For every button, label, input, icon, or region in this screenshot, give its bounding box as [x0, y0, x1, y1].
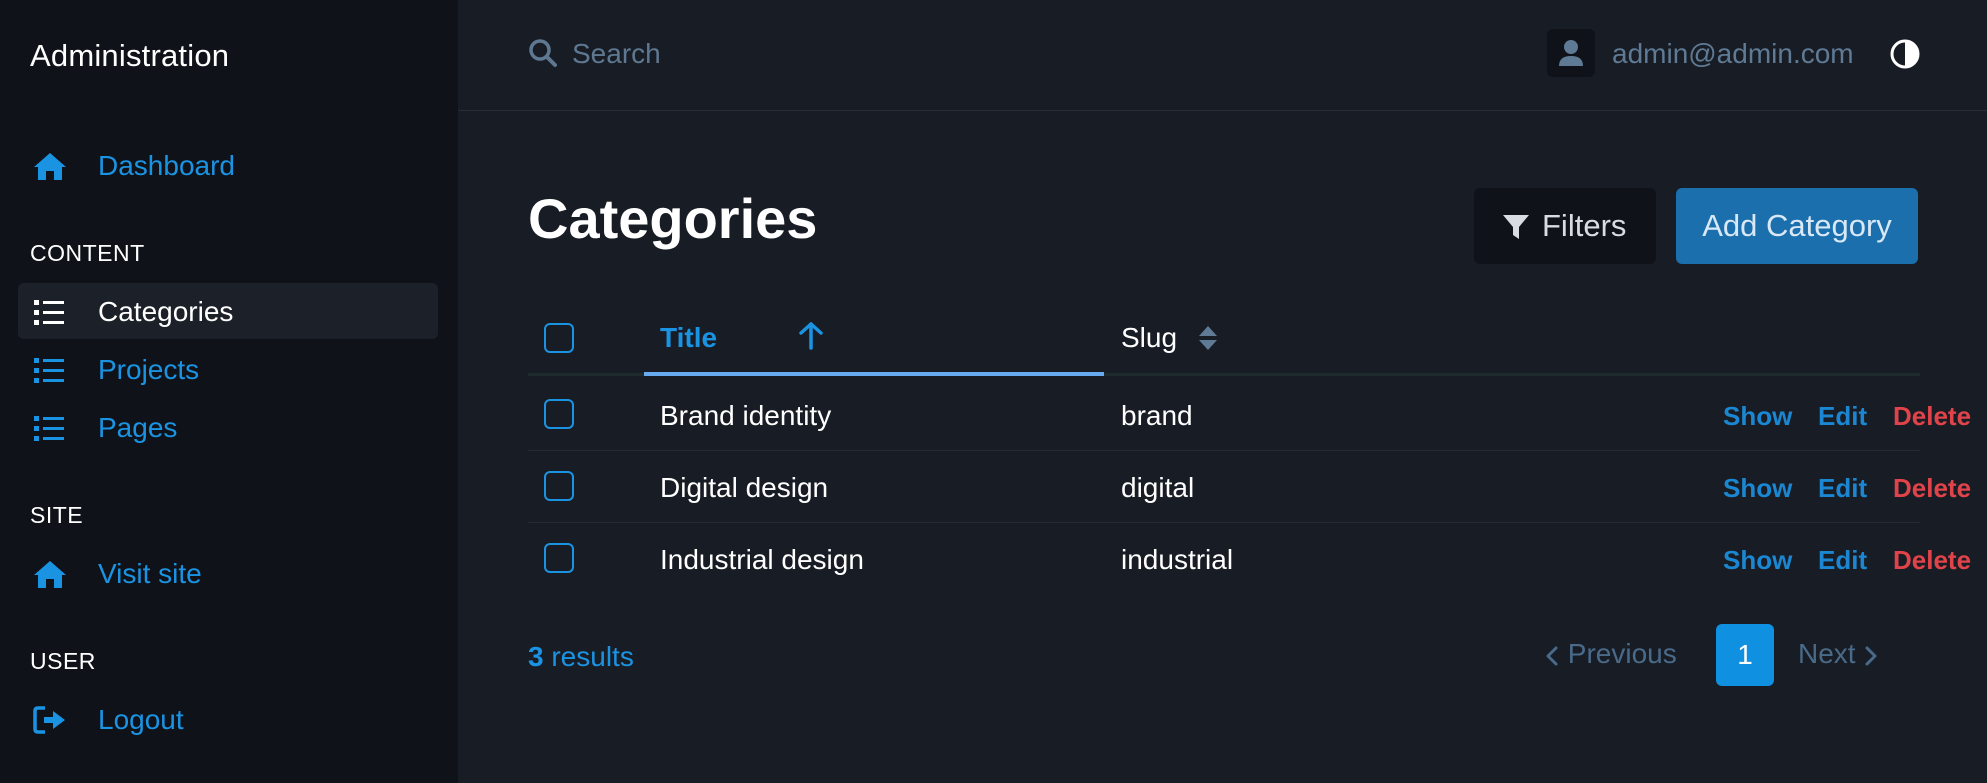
sidebar-item-logout[interactable]: Logout	[18, 691, 438, 747]
sort-ascending-icon[interactable]	[796, 320, 826, 352]
avatar[interactable]	[1547, 29, 1595, 77]
table-header: Title Slug	[528, 300, 1920, 376]
results-count: 3	[528, 641, 544, 672]
logout-icon	[33, 706, 65, 734]
show-link[interactable]: Show	[1723, 545, 1792, 576]
cell-slug: brand	[1121, 400, 1193, 431]
sidebar-item-visit-site[interactable]: Visit site	[18, 545, 438, 601]
edit-link[interactable]: Edit	[1818, 545, 1867, 576]
filters-button[interactable]: Filters	[1474, 188, 1656, 264]
cell-slug: digital	[1121, 472, 1195, 503]
user-email[interactable]: admin@admin.com	[1612, 38, 1854, 70]
user-icon	[1559, 40, 1583, 66]
select-all-checkbox[interactable]	[544, 323, 574, 353]
row-checkbox[interactable]	[544, 471, 574, 501]
column-header-slug[interactable]: Slug	[1121, 322, 1177, 354]
sidebar-item-label: Logout	[98, 704, 184, 735]
previous-label: Previous	[1567, 638, 1677, 669]
sort-icon[interactable]	[1195, 322, 1221, 354]
add-category-button[interactable]: Add Category	[1676, 188, 1918, 264]
row-checkbox[interactable]	[544, 399, 574, 429]
sidebar-item-projects[interactable]: Projects	[18, 341, 438, 397]
sidebar-item-label: Dashboard	[98, 150, 235, 181]
table-row: Brand identity brand Show Edit Delete	[528, 379, 1971, 451]
previous-page-button[interactable]: Previous	[1544, 638, 1677, 670]
sidebar: Administration Dashboard CONTENT Categor…	[0, 0, 458, 783]
page-number-current[interactable]: 1	[1716, 624, 1774, 686]
row-checkbox[interactable]	[544, 543, 574, 573]
chevron-left-icon	[1546, 646, 1558, 666]
list-icon	[34, 416, 64, 441]
list-icon	[34, 358, 64, 383]
sidebar-item-dashboard[interactable]: Dashboard	[18, 137, 438, 193]
results-label: results	[551, 641, 634, 672]
list-icon	[34, 300, 64, 325]
sidebar-item-label: Visit site	[98, 558, 202, 589]
sidebar-item-label: Pages	[98, 412, 178, 443]
show-link[interactable]: Show	[1723, 473, 1792, 504]
table-row: Digital design digital Show Edit Delete	[528, 451, 1971, 523]
next-page-button[interactable]: Next	[1798, 638, 1879, 670]
search-input[interactable]	[572, 34, 1072, 74]
cell-title: Digital design	[660, 472, 829, 503]
cell-slug: industrial	[1121, 544, 1234, 575]
filter-icon	[1503, 215, 1529, 239]
filters-button-label: Filters	[1542, 208, 1627, 243]
section-label-site: SITE	[30, 502, 84, 528]
next-label: Next	[1798, 638, 1856, 669]
page-title: Categories	[528, 187, 818, 250]
home-icon	[34, 561, 66, 588]
top-bar: admin@admin.com	[458, 0, 1987, 111]
sidebar-item-label: Categories	[98, 296, 234, 327]
search-icon	[529, 39, 557, 67]
cell-title: Industrial design	[660, 544, 864, 575]
delete-link[interactable]: Delete	[1893, 401, 1971, 432]
table-row: Industrial design industrial Show Edit D…	[528, 523, 1971, 595]
delete-link[interactable]: Delete	[1893, 473, 1971, 504]
results-summary: 3 results	[528, 641, 634, 673]
home-icon	[34, 153, 66, 180]
column-header-title[interactable]: Title	[660, 322, 717, 354]
contrast-icon[interactable]	[1889, 38, 1921, 70]
main-content: admin@admin.com Categories Filters Add C…	[458, 0, 1987, 783]
section-label-content: CONTENT	[30, 240, 145, 266]
delete-link[interactable]: Delete	[1893, 545, 1971, 576]
cell-title: Brand identity	[660, 400, 832, 431]
edit-link[interactable]: Edit	[1818, 401, 1867, 432]
chevron-right-icon	[1865, 646, 1877, 666]
sidebar-item-label: Projects	[98, 354, 200, 385]
edit-link[interactable]: Edit	[1818, 473, 1867, 504]
add-category-label: Add Category	[1702, 208, 1892, 243]
sidebar-item-pages[interactable]: Pages	[18, 399, 438, 455]
brand-title: Administration	[30, 38, 230, 73]
show-link[interactable]: Show	[1723, 401, 1792, 432]
section-label-user: USER	[30, 648, 96, 674]
sidebar-item-categories[interactable]: Categories	[18, 283, 438, 339]
sort-indicator	[644, 372, 1104, 376]
